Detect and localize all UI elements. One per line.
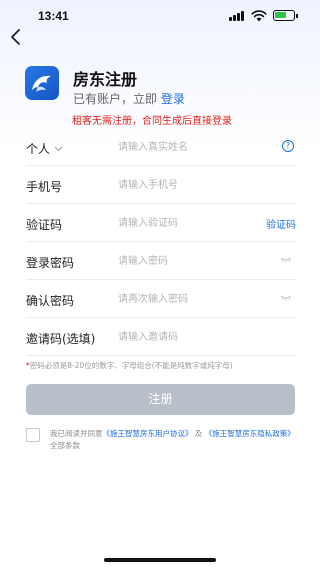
confirm-password-label: 确认密码 — [26, 294, 75, 308]
code-label: 验证码 — [26, 218, 63, 232]
wifi-icon — [251, 10, 267, 22]
phone-input[interactable] — [118, 176, 258, 194]
back-arrow-icon[interactable] — [8, 28, 24, 46]
password-hint-text: 密码必须是8-20位的数字、字母组合(不能是纯数字或纯字母) — [29, 361, 233, 370]
password-hint: *密码必须是8-20位的数字、字母组合(不能是纯数字或纯字母) — [26, 360, 233, 371]
app-logo — [25, 66, 59, 100]
send-code-button[interactable]: 验证码 — [266, 216, 296, 231]
login-prompt-text: 已有账户，立即 — [73, 92, 158, 106]
password-row: 登录密码 — [26, 242, 296, 280]
tenant-notice: 租客无需注册，合同生成后直接登录 — [72, 116, 232, 127]
invite-code-row: 邀请码(选填) — [26, 318, 296, 356]
register-button[interactable]: 注册 — [26, 384, 295, 415]
eye-closed-icon[interactable] — [280, 257, 292, 263]
help-icon[interactable]: ? — [282, 140, 294, 152]
chevron-down-icon — [54, 146, 63, 151]
agreement-suffix: 全部条款 — [50, 441, 80, 450]
name-row: 个人 ? — [26, 128, 296, 166]
login-prompt: 已有账户，立即 登录 — [73, 90, 185, 107]
bird-logo-icon — [32, 75, 51, 92]
invite-code-input[interactable] — [118, 328, 258, 346]
battery-icon — [273, 10, 295, 21]
agreement-checkbox[interactable] — [26, 428, 40, 442]
code-row: 验证码 验证码 — [26, 204, 296, 242]
confirm-password-row: 确认密码 — [26, 280, 296, 318]
password-label: 登录密码 — [26, 256, 75, 270]
privacy-policy-link[interactable]: 《施王智慧房东隐私政策》 — [205, 429, 295, 438]
agreement-prefix: 我已阅读并同意 — [50, 429, 103, 438]
code-input[interactable] — [118, 214, 258, 232]
account-type-select[interactable]: 个人 — [26, 140, 63, 157]
battery-cap — [296, 14, 298, 18]
signal-icon — [229, 11, 245, 21]
real-name-input[interactable] — [118, 138, 258, 156]
agreement-text: 我已阅读并同意《施王智慧房东用户协议》 及 《施王智慧房东隐私政策》 全部条款 — [50, 428, 298, 452]
phone-label: 手机号 — [26, 180, 63, 194]
status-time: 13:41 — [38, 9, 69, 23]
login-link[interactable]: 登录 — [161, 92, 185, 106]
status-bar: 13:41 — [0, 0, 320, 34]
eye-closed-icon[interactable] — [280, 295, 292, 301]
account-type-value: 个人 — [26, 142, 51, 156]
register-form: 个人 ? 手机号 验证码 验证码 登录密码 确认密码 邀请码(选填) — [26, 128, 296, 356]
phone-row: 手机号 — [26, 166, 296, 204]
confirm-password-input[interactable] — [118, 290, 258, 308]
home-indicator — [104, 558, 216, 562]
user-agreement-link[interactable]: 《施王智慧房东用户协议》 — [103, 429, 193, 438]
agreement-and: 及 — [194, 429, 203, 438]
invite-code-label: 邀请码(选填) — [26, 332, 96, 346]
password-input[interactable] — [118, 252, 258, 270]
page-title: 房东注册 — [73, 70, 138, 89]
